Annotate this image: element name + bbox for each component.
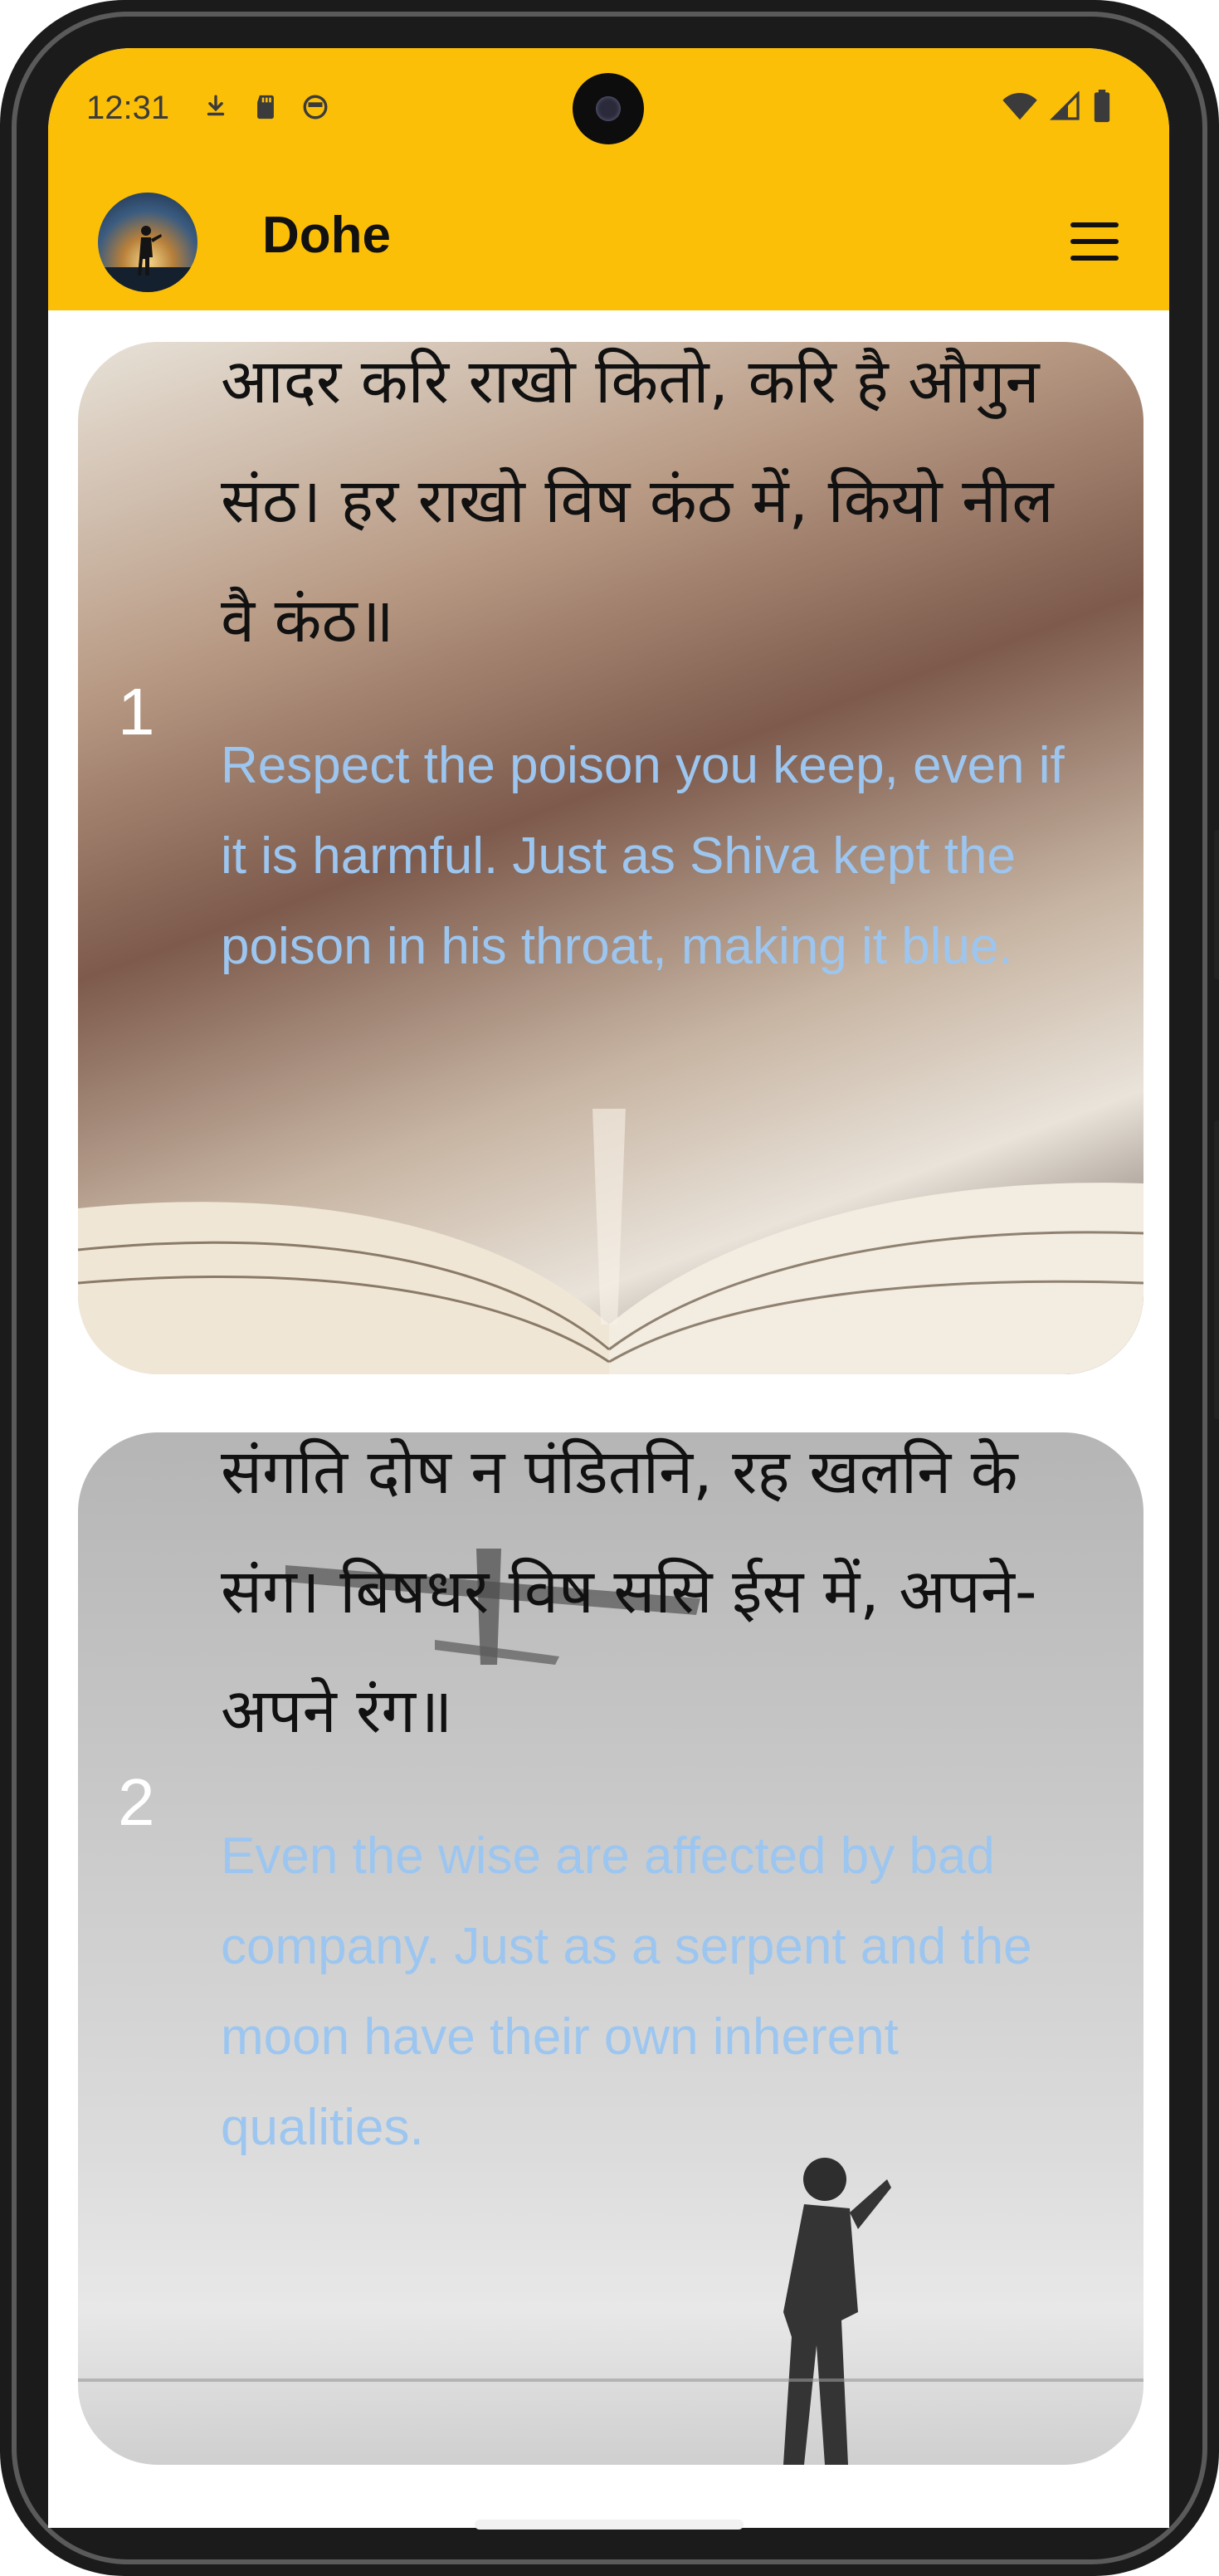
doha-number: 2: [118, 1765, 155, 1839]
hamburger-menu-icon[interactable]: [1070, 222, 1119, 262]
front-camera: [573, 73, 644, 144]
doha-card[interactable]: 2 संगति दोष न पंडितनि, रह खलनि के संग। ब…: [78, 1432, 1143, 2465]
battery-icon: [1094, 90, 1110, 123]
doha-hindi-text: संगति दोष न पंडितनि, रह खलनि के संग। बिष…: [221, 1437, 1037, 1747]
wifi-icon: [1002, 93, 1037, 120]
download-icon: [207, 95, 225, 116]
open-book-image: [78, 1109, 1143, 1374]
doha-english-translation: Respect the poison you keep, even if it …: [221, 737, 1065, 975]
avatar[interactable]: [98, 193, 197, 292]
doha-english-translation: Even the wise are affected by bad compan…: [221, 1827, 1032, 2156]
signal-icon: [1050, 91, 1080, 120]
screen: 12:31 Dohe 1 आदर करि राखो कितो, करि है औ…: [48, 48, 1169, 2528]
app-bar: 12:31 Dohe: [48, 48, 1169, 310]
horizon-line: [78, 2378, 1143, 2382]
volume-button: [1214, 1120, 1219, 1419]
doha-card[interactable]: 1 आदर करि राखो कितो, करि है औगुन संठ। हर…: [78, 342, 1143, 1374]
home-gesture-bar[interactable]: [475, 2520, 744, 2530]
person-silhouette-icon: [98, 226, 197, 292]
status-time: 12:31: [86, 90, 170, 126]
status-right-icons: [1002, 90, 1111, 123]
phone-frame: 12:31 Dohe 1 आदर करि राखो कितो, करि है औ…: [0, 0, 1219, 2576]
sd-card-icon: [257, 95, 274, 120]
app-notification-icon: [303, 95, 328, 120]
doha-hindi-text: आदर करि राखो कितो, करि है औगुन संठ। हर र…: [221, 346, 1054, 656]
power-button: [1214, 830, 1219, 979]
dohe-list[interactable]: 1 आदर करि राखो कितो, करि है औगुन संठ। हर…: [48, 310, 1169, 2528]
person-flying-plane-image: [783, 2158, 891, 2465]
status-bar: 12:31: [48, 48, 1169, 164]
app-title: Dohe: [262, 207, 391, 264]
doha-number: 1: [118, 675, 155, 749]
